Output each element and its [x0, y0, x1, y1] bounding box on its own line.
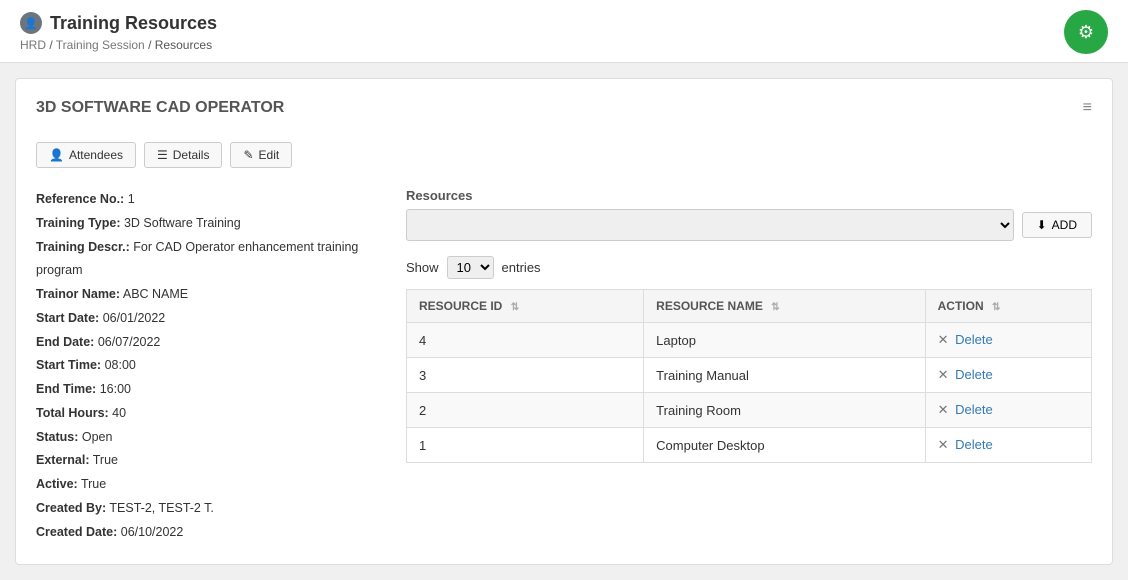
delete-link[interactable]: Delete: [955, 332, 993, 347]
col-resource-id: RESOURCE ID ⇅: [407, 290, 644, 323]
details-button[interactable]: ☰ Details: [144, 142, 222, 168]
created-by-row: Created By: TEST-2, TEST-2 T.: [36, 497, 376, 521]
reference-no-row: Reference No.: 1: [36, 188, 376, 212]
breadcrumb-training-session[interactable]: Training Session: [56, 38, 145, 52]
start-date-row: Start Date: 06/01/2022: [36, 307, 376, 331]
sort-icon-action[interactable]: ⇅: [992, 302, 1000, 313]
resources-label: Resources: [406, 188, 1092, 203]
start-time-row: Start Time: 08:00: [36, 354, 376, 378]
external-row: External: True: [36, 449, 376, 473]
info-panel: Reference No.: 1 Training Type: 3D Softw…: [36, 188, 376, 544]
trainor-name-row: Trainor Name: ABC NAME: [36, 283, 376, 307]
cell-name: Training Manual: [644, 358, 925, 393]
breadcrumb-resources: Resources: [155, 38, 212, 52]
resources-panel: Resources ⬇ ADD Show 10 25 50 entries: [406, 188, 1092, 544]
breadcrumb-hrd[interactable]: HRD: [20, 38, 46, 52]
cell-name: Training Room: [644, 393, 925, 428]
delete-link[interactable]: Delete: [955, 367, 993, 382]
end-time-row: End Time: 16:00: [36, 378, 376, 402]
table-body: 4 Laptop ✕ Delete 3 Training Manual ✕ De…: [407, 323, 1092, 463]
delete-x-icon: ✕: [938, 402, 949, 417]
cell-action: ✕ Delete: [925, 358, 1091, 393]
cell-name: Laptop: [644, 323, 925, 358]
delete-x-icon: ✕: [938, 437, 949, 452]
cell-action: ✕ Delete: [925, 393, 1091, 428]
resources-select[interactable]: [406, 209, 1014, 241]
details-icon: ☰: [157, 148, 168, 162]
add-icon: ⬇: [1037, 218, 1047, 232]
end-date-row: End Date: 06/07/2022: [36, 331, 376, 355]
delete-x-icon: ✕: [938, 367, 949, 382]
attendees-icon: 👤: [49, 148, 64, 162]
table-row: 1 Computer Desktop ✕ Delete: [407, 428, 1092, 463]
header-left: 👤 Training Resources HRD / Training Sess…: [20, 12, 217, 52]
delete-link[interactable]: Delete: [955, 437, 993, 452]
cell-id: 3: [407, 358, 644, 393]
cell-action: ✕ Delete: [925, 323, 1091, 358]
col-resource-name: RESOURCE NAME ⇅: [644, 290, 925, 323]
table-row: 4 Laptop ✕ Delete: [407, 323, 1092, 358]
table-row: 3 Training Manual ✕ Delete: [407, 358, 1092, 393]
breadcrumb: HRD / Training Session / Resources: [20, 38, 217, 52]
section-header: 3D SOFTWARE CAD OPERATOR ≡: [36, 99, 1092, 127]
gear-button[interactable]: ⚙: [1064, 10, 1108, 54]
two-col-layout: Reference No.: 1 Training Type: 3D Softw…: [36, 188, 1092, 544]
cell-id: 1: [407, 428, 644, 463]
main-content: 3D SOFTWARE CAD OPERATOR ≡ 👤 Attendees ☰…: [15, 78, 1113, 565]
attendees-button[interactable]: 👤 Attendees: [36, 142, 136, 168]
title-icon: 👤: [20, 12, 42, 34]
edit-button[interactable]: ✎ Edit: [230, 142, 292, 168]
table-header: RESOURCE ID ⇅ RESOURCE NAME ⇅ ACTION ⇅: [407, 290, 1092, 323]
add-button[interactable]: ⬇ ADD: [1022, 212, 1092, 238]
delete-x-icon: ✕: [938, 332, 949, 347]
cell-name: Computer Desktop: [644, 428, 925, 463]
sort-icon-name[interactable]: ⇅: [771, 302, 779, 313]
cell-id: 2: [407, 393, 644, 428]
training-type-row: Training Type: 3D Software Training: [36, 212, 376, 236]
col-action: ACTION ⇅: [925, 290, 1091, 323]
status-row: Status: Open: [36, 426, 376, 450]
table-row: 2 Training Room ✕ Delete: [407, 393, 1092, 428]
section-menu-icon[interactable]: ≡: [1083, 99, 1092, 117]
cell-id: 4: [407, 323, 644, 358]
active-row: Active: True: [36, 473, 376, 497]
delete-link[interactable]: Delete: [955, 402, 993, 417]
entries-select[interactable]: 10 25 50: [447, 256, 494, 279]
toolbar: 👤 Attendees ☰ Details ✎ Edit: [36, 142, 1092, 168]
page-header: 👤 Training Resources HRD / Training Sess…: [0, 0, 1128, 63]
edit-icon: ✎: [243, 148, 253, 162]
info-block: Reference No.: 1 Training Type: 3D Softw…: [36, 188, 376, 544]
page-title: Training Resources: [50, 13, 217, 34]
title-row: 👤 Training Resources: [20, 12, 217, 34]
created-date-row: Created Date: 06/10/2022: [36, 521, 376, 545]
training-descr-row: Training Descr.: For CAD Operator enhanc…: [36, 236, 376, 284]
section-title-text: 3D SOFTWARE CAD OPERATOR: [36, 99, 284, 117]
resources-input-row: ⬇ ADD: [406, 209, 1092, 241]
cell-action: ✕ Delete: [925, 428, 1091, 463]
show-entries: Show 10 25 50 entries: [406, 256, 1092, 279]
sort-icon-id[interactable]: ⇅: [511, 302, 519, 313]
resources-table: RESOURCE ID ⇅ RESOURCE NAME ⇅ ACTION ⇅: [406, 289, 1092, 463]
total-hours-row: Total Hours: 40: [36, 402, 376, 426]
